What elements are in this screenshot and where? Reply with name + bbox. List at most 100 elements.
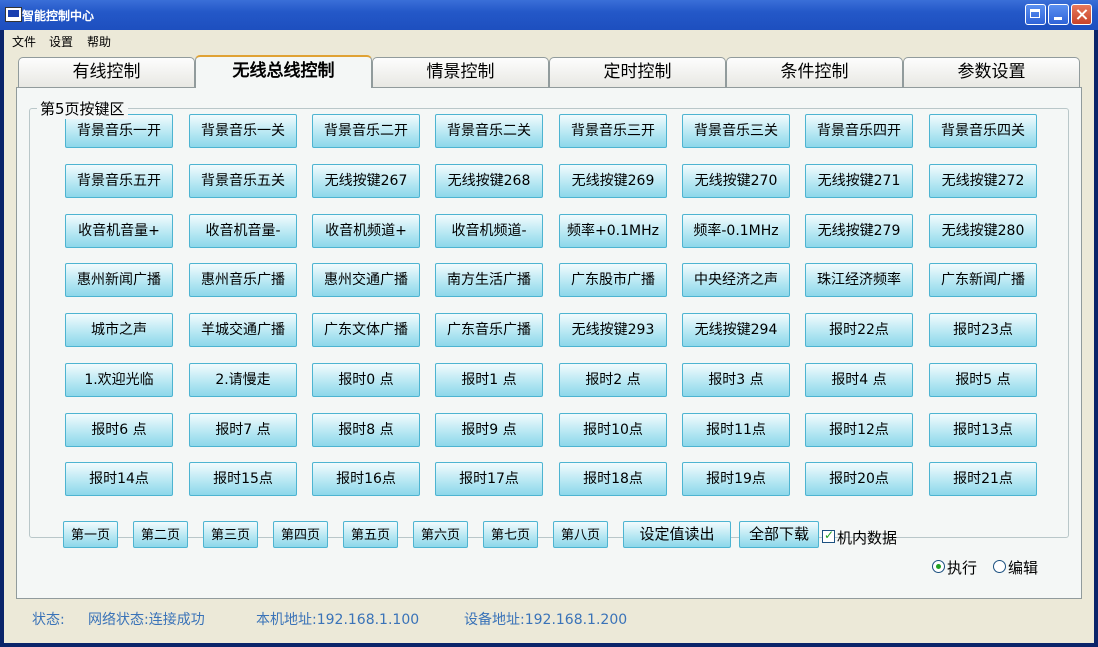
key-button[interactable]: 报时12点 [805, 413, 913, 447]
tab-scene-control[interactable]: 情景控制 [372, 57, 549, 87]
page-button[interactable]: 第四页 [273, 521, 328, 548]
key-button[interactable]: 城市之声 [65, 313, 173, 347]
local-address: 本机地址:192.168.1.100 [256, 612, 420, 628]
key-button[interactable]: 报时11点 [682, 413, 790, 447]
group-title: 第5页按键区 [37, 98, 128, 119]
page-button[interactable]: 第六页 [413, 521, 468, 548]
key-button[interactable]: 背景音乐三关 [682, 114, 790, 148]
key-button[interactable]: 收音机频道+ [312, 214, 420, 248]
key-button[interactable]: 无线按键279 [805, 214, 913, 248]
edit-radio[interactable] [993, 560, 1006, 573]
key-button[interactable]: 收音机音量+ [65, 214, 173, 248]
edit-label: 编辑 [1008, 559, 1039, 577]
network-status: 网络状态:连接成功 [88, 612, 205, 628]
menu-bar: 文件 设置 帮助 [4, 30, 1094, 50]
key-button[interactable]: 背景音乐四关 [929, 114, 1037, 148]
page-button[interactable]: 第一页 [63, 521, 118, 548]
key-button[interactable]: 报时17点 [435, 462, 543, 496]
key-button[interactable]: 报时20点 [805, 462, 913, 496]
key-button[interactable]: 珠江经济频率 [805, 263, 913, 297]
menu-file[interactable]: 文件 [12, 33, 36, 50]
key-button[interactable]: 报时7 点 [189, 413, 297, 447]
tab-wireless-bus-control[interactable]: 无线总线控制 [195, 55, 372, 88]
key-button[interactable]: 频率+0.1MHz [559, 214, 667, 248]
key-button[interactable]: 报时6 点 [65, 413, 173, 447]
key-button[interactable]: 背景音乐五关 [189, 164, 297, 198]
page-button[interactable]: 第二页 [133, 521, 188, 548]
key-button[interactable]: 背景音乐二开 [312, 114, 420, 148]
key-button[interactable]: 报时1 点 [435, 363, 543, 397]
key-button[interactable]: 无线按键294 [682, 313, 790, 347]
tab-parameter-settings[interactable]: 参数设置 [903, 57, 1080, 87]
download-all-button[interactable]: 全部下载 [739, 521, 819, 548]
close-button[interactable] [1071, 4, 1092, 25]
key-button[interactable]: 无线按键270 [682, 164, 790, 198]
key-button[interactable]: 报时8 点 [312, 413, 420, 447]
tab-wired-control[interactable]: 有线控制 [18, 57, 195, 87]
title-bar[interactable]: 智能控制中心 [0, 0, 1098, 30]
key-button[interactable]: 广东音乐广播 [435, 313, 543, 347]
key-button[interactable]: 报时23点 [929, 313, 1037, 347]
key-button[interactable]: 背景音乐三开 [559, 114, 667, 148]
internal-data-label: 机内数据 [837, 529, 898, 547]
key-button[interactable]: 报时0 点 [312, 363, 420, 397]
minimize-button[interactable] [1048, 4, 1069, 25]
key-button[interactable]: 报时16点 [312, 462, 420, 496]
page-button[interactable]: 第七页 [483, 521, 538, 548]
key-button[interactable]: 无线按键271 [805, 164, 913, 198]
key-button[interactable]: 惠州音乐广播 [189, 263, 297, 297]
key-button[interactable]: 频率-0.1MHz [682, 214, 790, 248]
key-button[interactable]: 报时2 点 [559, 363, 667, 397]
key-button[interactable]: 中央经济之声 [682, 263, 790, 297]
key-button[interactable]: 背景音乐四开 [805, 114, 913, 148]
key-button[interactable]: 报时5 点 [929, 363, 1037, 397]
key-button[interactable]: 广东股市广播 [559, 263, 667, 297]
app-icon [5, 7, 22, 22]
key-button[interactable]: 无线按键269 [559, 164, 667, 198]
key-button[interactable]: 报时21点 [929, 462, 1037, 496]
key-button[interactable]: 报时10点 [559, 413, 667, 447]
page-button[interactable]: 第三页 [203, 521, 258, 548]
key-button[interactable]: 报时19点 [682, 462, 790, 496]
menu-help[interactable]: 帮助 [87, 33, 111, 50]
tab-condition-control[interactable]: 条件控制 [726, 57, 903, 87]
key-button[interactable]: 背景音乐一开 [65, 114, 173, 148]
key-button[interactable]: 背景音乐五开 [65, 164, 173, 198]
key-button[interactable]: 报时13点 [929, 413, 1037, 447]
client-area: 文件 设置 帮助 有线控制 无线总线控制 情景控制 定时控制 条件控制 参数设置… [4, 30, 1094, 643]
key-button[interactable]: 报时22点 [805, 313, 913, 347]
key-button[interactable]: 惠州交通广播 [312, 263, 420, 297]
key-button[interactable]: 无线按键268 [435, 164, 543, 198]
execute-label: 执行 [947, 559, 978, 577]
page-button[interactable]: 第八页 [553, 521, 608, 548]
execute-radio[interactable] [932, 560, 945, 573]
key-button[interactable]: 报时9 点 [435, 413, 543, 447]
page-button[interactable]: 第五页 [343, 521, 398, 548]
device-address: 设备地址:192.168.1.200 [464, 612, 628, 628]
key-button[interactable]: 羊城交通广播 [189, 313, 297, 347]
menu-settings[interactable]: 设置 [49, 33, 73, 50]
maximize-button[interactable] [1025, 4, 1046, 25]
key-button[interactable]: 广东新闻广播 [929, 263, 1037, 297]
key-button[interactable]: 背景音乐一关 [189, 114, 297, 148]
key-button[interactable]: 背景音乐二关 [435, 114, 543, 148]
key-button[interactable]: 无线按键272 [929, 164, 1037, 198]
key-button[interactable]: 南方生活广播 [435, 263, 543, 297]
key-button[interactable]: 2.请慢走 [189, 363, 297, 397]
key-button[interactable]: 广东文体广播 [312, 313, 420, 347]
key-button[interactable]: 1.欢迎光临 [65, 363, 173, 397]
key-button[interactable]: 收音机频道- [435, 214, 543, 248]
key-button[interactable]: 收音机音量- [189, 214, 297, 248]
read-settings-button[interactable]: 设定值读出 [623, 521, 731, 548]
checkbox-checked-icon[interactable] [822, 528, 835, 543]
key-button[interactable]: 报时18点 [559, 462, 667, 496]
key-button[interactable]: 报时14点 [65, 462, 173, 496]
key-button[interactable]: 报时3 点 [682, 363, 790, 397]
key-button[interactable]: 报时4 点 [805, 363, 913, 397]
key-button[interactable]: 报时15点 [189, 462, 297, 496]
key-button[interactable]: 无线按键293 [559, 313, 667, 347]
tab-timer-control[interactable]: 定时控制 [549, 57, 726, 87]
key-button[interactable]: 无线按键267 [312, 164, 420, 198]
key-button[interactable]: 惠州新闻广播 [65, 263, 173, 297]
key-button[interactable]: 无线按键280 [929, 214, 1037, 248]
